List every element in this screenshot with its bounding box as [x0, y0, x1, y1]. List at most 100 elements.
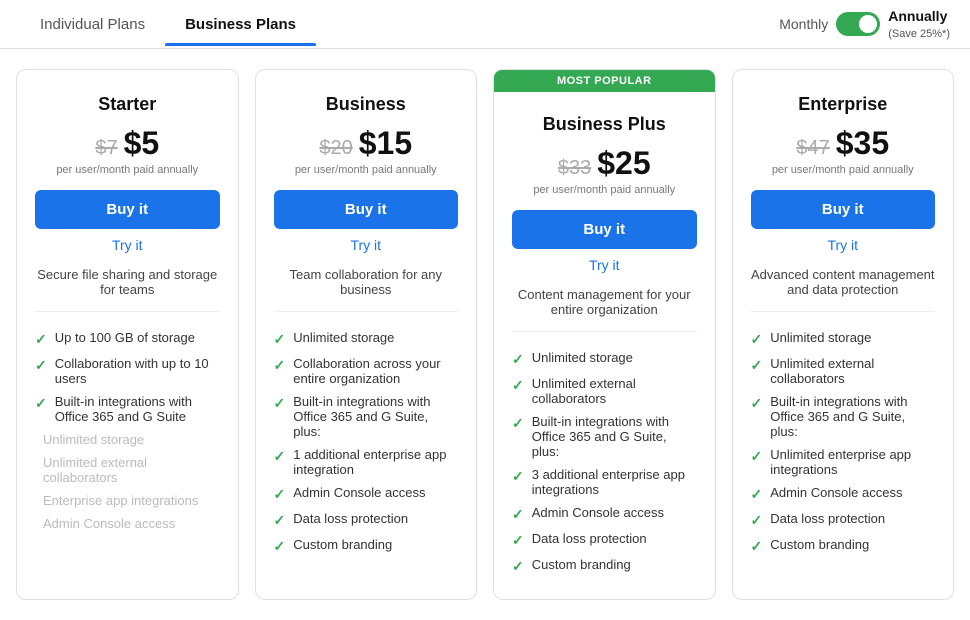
feature-item: ✓Unlimited external collaborators: [751, 352, 936, 390]
new-price-business: $15: [359, 125, 412, 162]
check-icon: ✓: [751, 538, 763, 555]
price-note-enterprise: per user/month paid annually: [751, 164, 936, 176]
check-icon: ✓: [274, 331, 286, 348]
check-icon: ✓: [35, 331, 47, 348]
billing-toggle: Monthly Annually (Save 25%*): [779, 0, 950, 48]
plan-name-starter: Starter: [35, 94, 220, 115]
plan-name-business-plus: Business Plus: [512, 114, 697, 135]
check-icon: ✓: [512, 532, 524, 549]
feature-item: ✓Unlimited external collaborators: [512, 372, 697, 410]
feature-item-disabled: Unlimited external collaborators: [35, 451, 220, 489]
check-icon: ✓: [751, 486, 763, 503]
feature-item: ✓Admin Console access: [751, 481, 936, 507]
feature-item: ✓Data loss protection: [274, 507, 459, 533]
plans-grid: Starter $7 $5 per user/month paid annual…: [0, 49, 970, 620]
tab-business[interactable]: Business Plans: [165, 4, 316, 45]
check-icon: ✓: [274, 395, 286, 412]
plan-card-starter: Starter $7 $5 per user/month paid annual…: [16, 69, 239, 600]
feature-item: ✓Collaboration across your entire organi…: [274, 352, 459, 390]
check-icon: ✓: [274, 486, 286, 503]
feature-item: ✓Built-in integrations with Office 365 a…: [35, 390, 220, 428]
billing-switch[interactable]: [836, 12, 880, 36]
plan-card-business-plus: MOST POPULAR Business Plus $33 $25 per u…: [493, 69, 716, 600]
plan-desc-starter: Secure file sharing and storage for team…: [35, 267, 220, 312]
try-link-business-plus[interactable]: Try it: [512, 257, 697, 273]
check-icon: ✓: [274, 357, 286, 374]
tab-individual[interactable]: Individual Plans: [20, 4, 165, 45]
features-list-business-plus: ✓Unlimited storage ✓Unlimited external c…: [512, 346, 697, 579]
feature-item: ✓Custom branding: [751, 533, 936, 559]
price-note-business-plus: per user/month paid annually: [512, 184, 697, 196]
features-list-starter: ✓Up to 100 GB of storage ✓Collaboration …: [35, 326, 220, 535]
feature-item: ✓1 additional enterprise app integration: [274, 443, 459, 481]
check-icon: ✓: [512, 415, 524, 432]
plan-desc-business: Team collaboration for any business: [274, 267, 459, 312]
plan-name-business: Business: [274, 94, 459, 115]
feature-item: ✓Custom branding: [512, 553, 697, 579]
tabs-bar: Individual Plans Business Plans Monthly …: [0, 0, 970, 49]
price-row-starter: $7 $5: [35, 125, 220, 162]
price-note-business: per user/month paid annually: [274, 164, 459, 176]
plan-desc-business-plus: Content management for your entire organ…: [512, 287, 697, 332]
check-icon: ✓: [751, 448, 763, 465]
buy-button-business[interactable]: Buy it: [274, 190, 459, 229]
feature-item: ✓Unlimited storage: [512, 346, 697, 372]
try-link-enterprise[interactable]: Try it: [751, 237, 936, 253]
feature-item-disabled: Unlimited storage: [35, 428, 220, 451]
feature-item: ✓Data loss protection: [751, 507, 936, 533]
check-icon: ✓: [512, 377, 524, 394]
feature-item: ✓Built-in integrations with Office 365 a…: [274, 390, 459, 443]
check-icon: ✓: [751, 512, 763, 529]
plan-desc-enterprise: Advanced content management and data pro…: [751, 267, 936, 312]
feature-item-disabled: Enterprise app integrations: [35, 489, 220, 512]
feature-item: ✓Custom branding: [274, 533, 459, 559]
features-list-business: ✓Unlimited storage ✓Collaboration across…: [274, 326, 459, 559]
popular-badge: MOST POPULAR: [494, 70, 715, 92]
check-icon: ✓: [35, 357, 47, 374]
try-link-business[interactable]: Try it: [274, 237, 459, 253]
feature-item: ✓Data loss protection: [512, 527, 697, 553]
price-row-business-plus: $33 $25: [512, 145, 697, 182]
plan-card-business: Business $20 $15 per user/month paid ann…: [255, 69, 478, 600]
buy-button-enterprise[interactable]: Buy it: [751, 190, 936, 229]
feature-item-disabled: Admin Console access: [35, 512, 220, 535]
new-price-starter: $5: [124, 125, 160, 162]
old-price-enterprise: $47: [796, 137, 829, 160]
feature-item: ✓Unlimited storage: [751, 326, 936, 352]
check-icon: ✓: [274, 512, 286, 529]
buy-button-starter[interactable]: Buy it: [35, 190, 220, 229]
feature-item: ✓3 additional enterprise app integration…: [512, 463, 697, 501]
buy-button-business-plus[interactable]: Buy it: [512, 210, 697, 249]
try-link-starter[interactable]: Try it: [35, 237, 220, 253]
plan-card-enterprise: Enterprise $47 $35 per user/month paid a…: [732, 69, 955, 600]
feature-item: ✓Unlimited enterprise app integrations: [751, 443, 936, 481]
check-icon: ✓: [512, 351, 524, 368]
monthly-label: Monthly: [779, 16, 828, 32]
price-note-starter: per user/month paid annually: [35, 164, 220, 176]
feature-item: ✓Built-in integrations with Office 365 a…: [512, 410, 697, 463]
check-icon: ✓: [751, 395, 763, 412]
feature-item: ✓Up to 100 GB of storage: [35, 326, 220, 352]
check-icon: ✓: [512, 558, 524, 575]
feature-item: ✓Collaboration with up to 10 users: [35, 352, 220, 390]
price-row-business: $20 $15: [274, 125, 459, 162]
check-icon: ✓: [751, 331, 763, 348]
check-icon: ✓: [512, 506, 524, 523]
new-price-enterprise: $35: [836, 125, 889, 162]
save-badge: (Save 25%*): [888, 28, 950, 40]
check-icon: ✓: [35, 395, 47, 412]
old-price-business: $20: [319, 137, 352, 160]
plan-name-enterprise: Enterprise: [751, 94, 936, 115]
price-row-enterprise: $47 $35: [751, 125, 936, 162]
check-icon: ✓: [751, 357, 763, 374]
old-price-starter: $7: [95, 137, 117, 160]
old-price-business-plus: $33: [558, 157, 591, 180]
features-list-enterprise: ✓Unlimited storage ✓Unlimited external c…: [751, 326, 936, 559]
annually-label: Annually (Save 25%*): [888, 8, 950, 40]
feature-item: ✓Admin Console access: [512, 501, 697, 527]
check-icon: ✓: [274, 538, 286, 555]
feature-item: ✓Built-in integrations with Office 365 a…: [751, 390, 936, 443]
check-icon: ✓: [274, 448, 286, 465]
feature-item: ✓Unlimited storage: [274, 326, 459, 352]
check-icon: ✓: [512, 468, 524, 485]
